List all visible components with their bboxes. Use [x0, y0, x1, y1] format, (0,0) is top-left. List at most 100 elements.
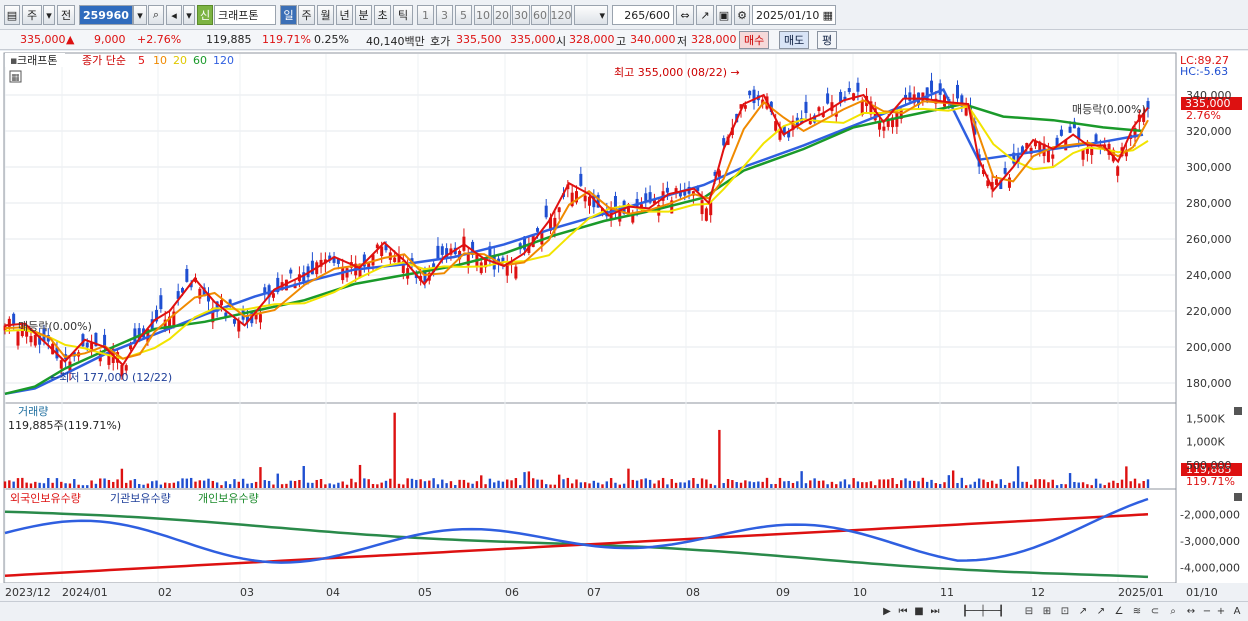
period-minute-button[interactable]: 분	[355, 5, 372, 25]
stock-chart[interactable]: ▪ 크래프톤 종가 단순 5 10 20 60 120 ▦ LC:89.27 H…	[0, 51, 1248, 603]
interval-60-button[interactable]: 60	[531, 5, 549, 25]
bid-label: 호가	[430, 35, 451, 48]
trend-tool-icon[interactable]: ↗	[1094, 604, 1108, 618]
volume-bar	[1073, 481, 1076, 488]
speaker-dropdown-icon[interactable]: ▾	[183, 5, 195, 25]
volume-bar	[298, 479, 301, 488]
interval-5-button[interactable]: 5	[455, 5, 472, 25]
type-dropdown-icon[interactable]: ▾	[43, 5, 55, 25]
plus-icon[interactable]: +	[1214, 604, 1228, 618]
search-icon[interactable]: ⌕	[148, 5, 164, 25]
volume-bar	[285, 483, 288, 488]
pan-icon[interactable]: ↔	[1184, 604, 1198, 618]
volume-bar	[921, 477, 925, 488]
volume-bar	[90, 480, 93, 488]
grid-icon[interactable]: ⊡	[1058, 604, 1072, 618]
interval-3-button[interactable]: 3	[436, 5, 453, 25]
candle-body	[583, 195, 587, 202]
code-dropdown-icon[interactable]: ▾	[133, 5, 147, 25]
interval-120-button[interactable]: 120	[550, 5, 572, 25]
volume-bar	[891, 477, 894, 488]
volume-bar	[423, 481, 427, 488]
volume-bar	[579, 482, 583, 488]
volume-bar	[276, 473, 279, 488]
volume-bar	[852, 478, 855, 488]
zoom-out-icon[interactable]: ⊟	[1022, 604, 1036, 618]
volume-bar	[843, 479, 847, 488]
volume-bar	[1099, 483, 1102, 488]
candle-body	[85, 342, 89, 348]
search-icon[interactable]: ⌕	[1166, 604, 1180, 618]
interval-1-button[interactable]: 1	[417, 5, 434, 25]
font-size-icon[interactable]: A	[1230, 604, 1244, 618]
period-tick-button[interactable]: 틱	[393, 5, 413, 25]
type-select[interactable]: 주	[22, 5, 42, 25]
magnet-icon[interactable]: ⊂	[1148, 604, 1162, 618]
save-icon[interactable]: ▣	[716, 5, 732, 25]
interval-custom-select[interactable]: ▾	[574, 5, 608, 25]
volume-bar	[480, 475, 483, 488]
high-label: 고	[616, 35, 627, 48]
angle-tool-icon[interactable]: ∠	[1112, 604, 1126, 618]
zoom-slider[interactable]: ┠──┼──┨	[948, 604, 1018, 618]
volume-bar	[116, 479, 119, 488]
period-label: 분	[358, 9, 369, 22]
interval-10-button[interactable]: 10	[474, 5, 492, 25]
prev-button[interactable]: 전	[57, 5, 75, 25]
candle-body	[514, 266, 518, 279]
volume-panel-close-icon[interactable]	[1234, 407, 1242, 415]
period-year-button[interactable]: 년	[336, 5, 353, 25]
volume-bar	[419, 479, 422, 488]
volume-bar	[874, 485, 877, 488]
line-tool-icon[interactable]: ↗	[1076, 604, 1090, 618]
count-input[interactable]: 265/600	[612, 5, 674, 25]
volume-bar	[38, 482, 41, 488]
fib-tool-icon[interactable]: ≋	[1130, 604, 1144, 618]
period-month-button[interactable]: 월	[317, 5, 334, 25]
volume-bar	[739, 482, 743, 488]
gear-icon[interactable]: ⚙	[734, 5, 750, 25]
sell-button[interactable]: 매도	[779, 31, 810, 49]
stop-icon[interactable]: ■	[912, 604, 926, 618]
volume-bar	[319, 479, 323, 488]
period-week-button[interactable]: 주	[298, 5, 315, 25]
eval-button[interactable]: 평	[817, 31, 838, 49]
volume-bar	[103, 478, 106, 488]
interval-20-button[interactable]: 20	[493, 5, 511, 25]
stock-code-input[interactable]: 259960	[79, 5, 133, 25]
volume-bar	[125, 482, 128, 488]
volume-bar	[337, 482, 340, 488]
holding-panel-close-icon[interactable]	[1234, 493, 1242, 501]
scroll-right-icon[interactable]: ▶	[880, 604, 894, 618]
open-label: 시	[556, 35, 567, 48]
turnover-percent: 0.25%	[314, 33, 349, 46]
speaker-icon[interactable]: ◂	[166, 5, 182, 25]
period-second-button[interactable]: 초	[374, 5, 391, 25]
volume-bar	[393, 412, 396, 488]
candle-body	[129, 345, 133, 350]
scroll-start-icon[interactable]: ⏮	[896, 604, 910, 618]
volume-bar	[315, 479, 318, 488]
count-max: /600	[645, 8, 670, 22]
xaxis-tick: 2024/01	[62, 586, 108, 599]
candle-body	[185, 268, 189, 282]
scroll-toggle-icon[interactable]: ⇔	[676, 5, 694, 25]
volume-bar	[519, 485, 522, 488]
minus-icon[interactable]: −	[1200, 604, 1214, 618]
interval-30-button[interactable]: 30	[512, 5, 530, 25]
layout-icon[interactable]: ⊞	[1040, 604, 1054, 618]
buy-button[interactable]: 매수	[739, 31, 770, 49]
scroll-end-icon[interactable]: ⏭	[928, 604, 942, 618]
volume-bar	[185, 478, 189, 488]
price-axis-tick: 180,000	[1186, 377, 1232, 390]
stock-name-field[interactable]: 크래프톤	[214, 5, 276, 25]
draw-line-icon[interactable]: ↗	[696, 5, 714, 25]
candle-body	[479, 262, 483, 274]
candle-body	[579, 173, 583, 186]
menu-icon[interactable]: ▤	[4, 5, 20, 25]
chart-area[interactable]: ▪ 크래프톤 종가 단순 5 10 20 60 120 ▦ LC:89.27 H…	[0, 51, 1248, 603]
price-axis-tick: 300,000	[1186, 161, 1232, 174]
volume-bar	[882, 479, 886, 488]
date-input[interactable]: 2025/01/10 ▦	[752, 5, 836, 25]
period-day-button[interactable]: 일	[280, 5, 297, 25]
